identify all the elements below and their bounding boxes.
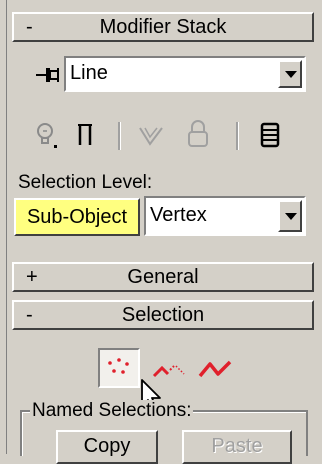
modifier-stack-rollout-header[interactable]: - Modifier Stack <box>12 12 314 42</box>
spline-mode-icon[interactable] <box>196 352 236 386</box>
vertex-mode-icon[interactable] <box>98 348 140 388</box>
sub-object-label: Sub-Object <box>26 206 128 228</box>
selection-level-value: Vertex <box>150 204 207 226</box>
toolbar-separator-2 <box>236 122 239 150</box>
lightbulb-icon[interactable] <box>32 120 62 150</box>
rollout-title: Selection <box>121 304 205 326</box>
chevron-down-icon[interactable] <box>278 200 302 232</box>
lock-icon[interactable] <box>184 118 212 150</box>
rollout-title: Modifier Stack <box>99 16 227 38</box>
pin-icon[interactable] <box>34 62 62 86</box>
panel-left-edge <box>0 0 7 454</box>
pipe-icon[interactable] <box>74 120 100 150</box>
chevron-down-icon[interactable] <box>278 60 302 88</box>
named-selections-label: Named Selections: <box>30 400 194 422</box>
paste-button[interactable]: Paste <box>182 430 292 464</box>
sub-object-button[interactable]: Sub-Object <box>14 198 140 236</box>
general-rollout-header[interactable]: + General <box>12 262 314 292</box>
toolbar-separator <box>118 122 121 150</box>
selection-level-dropdown[interactable]: Vertex <box>144 196 306 236</box>
modifier-dropdown-value: Line <box>70 62 108 84</box>
stack-icon[interactable] <box>256 120 284 150</box>
modifier-icon[interactable] <box>136 120 166 150</box>
selection-rollout-header[interactable]: - Selection <box>12 300 314 330</box>
selection-level-label: Selection Level: <box>18 172 153 193</box>
modifier-dropdown[interactable]: Line <box>64 56 306 92</box>
copy-button[interactable]: Copy <box>56 430 158 464</box>
rollout-title: General <box>127 266 199 288</box>
